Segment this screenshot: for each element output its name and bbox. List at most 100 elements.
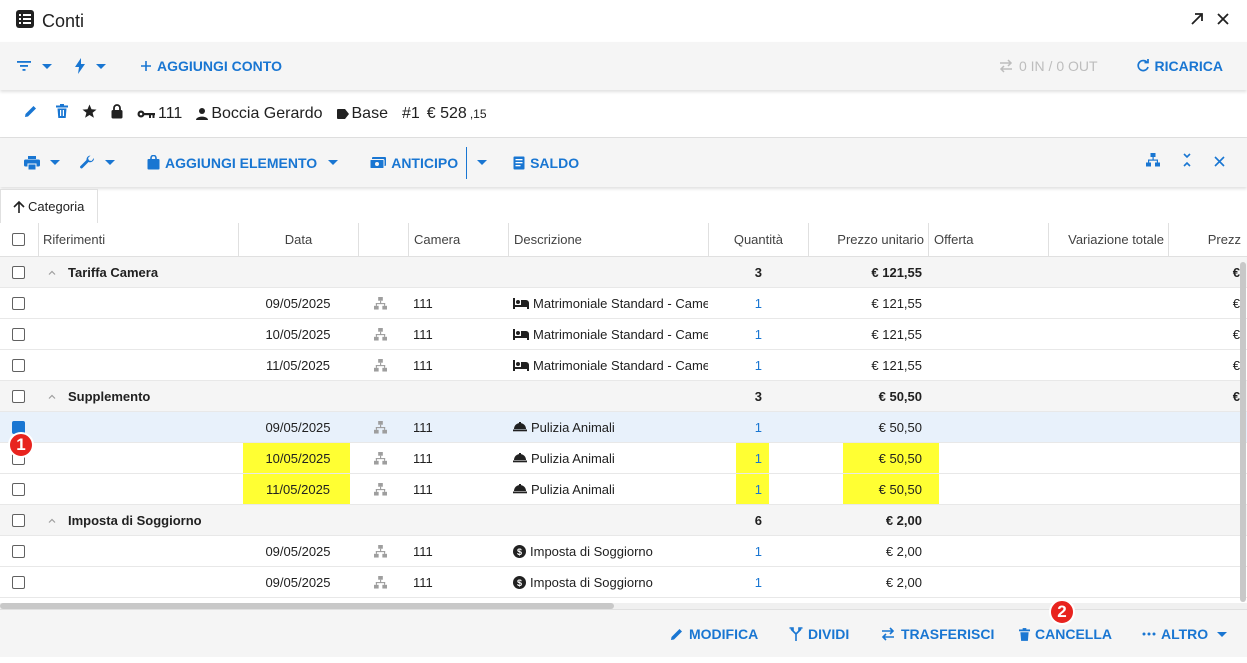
edit-pencil-icon[interactable] [24, 104, 38, 123]
row-description: Pulizia Animali [531, 481, 615, 497]
balance-button[interactable]: SALDO [513, 155, 579, 171]
table-row[interactable]: 11/05/2025 111 Matrimoniale Standard - Cam… [0, 350, 1247, 381]
table-row[interactable]: 09/05/2025 111 Pulizia Animali 1 € 50,50 [0, 412, 1247, 443]
close-account-icon[interactable] [1214, 154, 1225, 172]
expand-group-icon[interactable] [48, 394, 56, 399]
lock-icon[interactable] [111, 103, 123, 124]
col-header-offerta[interactable]: Offerta [928, 223, 1048, 256]
col-label: Offerta [934, 232, 974, 247]
add-account-label: AGGIUNGI CONTO [157, 58, 282, 74]
row-unit-price: € 50,50 [878, 481, 922, 497]
table-row[interactable]: 10/05/2025 111 Matrimoniale Standard - Cam… [0, 319, 1247, 350]
group-quantity: 3 [754, 388, 762, 404]
group-row[interactable]: Imposta di Soggiorno 6 € 2,00 [0, 505, 1247, 536]
guest: Boccia Gerardo [196, 105, 323, 123]
row-room: 111 [413, 481, 433, 497]
category-group-chip[interactable]: Categoria [0, 189, 98, 223]
row-price: € [1232, 326, 1240, 342]
split-button[interactable]: DIVIDI [789, 626, 849, 642]
window-title: Conti [42, 10, 85, 31]
reload-button[interactable]: RICARICA [1136, 58, 1223, 74]
trash-icon[interactable] [56, 104, 68, 123]
col-header-group[interactable] [358, 223, 408, 256]
col-label: Descrizione [514, 232, 582, 247]
col-header-descrizione[interactable]: Descrizione [508, 223, 708, 256]
group-tree-icon [374, 451, 387, 465]
row-room: 111 [413, 295, 433, 311]
edit-button[interactable]: MODIFICA [670, 626, 758, 642]
group-tree-icon [374, 420, 387, 434]
tools-menu-button[interactable] [80, 155, 115, 170]
row-quantity: 1 [754, 357, 762, 373]
expand-group-icon[interactable] [48, 518, 56, 523]
rate-tag-label: Base [351, 104, 388, 122]
select-all-checkbox[interactable] [12, 233, 25, 246]
collapse-all-icon[interactable] [1182, 153, 1192, 172]
group-unit-price: € 2,00 [885, 512, 922, 528]
col-header-data[interactable]: Data [238, 223, 358, 256]
actions-menu-button[interactable] [74, 58, 106, 74]
col-header-variazione-totale[interactable]: Variazione totale [1048, 223, 1168, 256]
more-menu-button[interactable]: ALTRO [1142, 626, 1228, 642]
io-status-label: 0 IN / 0 OUT [1018, 58, 1098, 74]
advance-button[interactable]: ANTICIPO [370, 155, 458, 171]
account-toolbar: AGGIUNGI ELEMENTO ANTICIPO SALDO [0, 138, 1247, 187]
bed-icon [513, 328, 529, 340]
row-checkbox[interactable] [12, 389, 25, 403]
group-row[interactable]: Supplemento 3 € 50,50 € [0, 381, 1247, 412]
table-row[interactable]: 09/05/2025 111 Matrimoniale Standard - Cam… [0, 288, 1247, 319]
row-checkbox[interactable] [12, 513, 25, 527]
table-row[interactable]: 10/05/2025 111 Pulizia Animali 1 € 50,50 [0, 443, 1247, 474]
row-checkbox[interactable] [12, 265, 25, 279]
group-row[interactable]: Tariffa Camera 3 € 121,55 € [0, 257, 1247, 288]
expand-icon[interactable] [1189, 11, 1205, 32]
col-label: Camera [414, 232, 461, 247]
col-header-prezzo-unitario[interactable]: Prezzo unitario [808, 223, 928, 256]
row-checkbox[interactable] [12, 482, 25, 496]
delete-button[interactable]: CANCELLA [1019, 626, 1112, 642]
row-checkbox[interactable] [12, 358, 25, 372]
expand-group-icon[interactable] [48, 270, 56, 275]
star-icon[interactable] [82, 104, 97, 124]
vertical-scrollbar[interactable] [1240, 262, 1246, 602]
group-unit-price: € 121,55 [871, 264, 922, 280]
row-checkbox[interactable] [12, 575, 25, 589]
io-status: 0 IN / 0 OUT [998, 58, 1098, 74]
col-label: Prezzo unitario [837, 232, 924, 247]
group-tree-icon[interactable] [1146, 153, 1160, 172]
group-tree-icon [374, 358, 387, 372]
col-header-camera[interactable]: Camera [408, 223, 508, 256]
table-row[interactable]: 09/05/2025 111 $ Imposta di Soggiorno 1 € 2,0… [0, 567, 1247, 598]
filter-menu-button[interactable] [16, 60, 52, 72]
advance-menu-button[interactable] [475, 160, 488, 165]
row-unit-price: € 121,55 [871, 295, 922, 311]
dollar-coin-icon: $ [513, 575, 526, 589]
table-row[interactable]: 11/05/2025 111 Pulizia Animali 1 € 50,50 [0, 474, 1247, 505]
col-header-quantita[interactable]: Quantità [708, 223, 808, 256]
group-quantity: 3 [754, 264, 762, 280]
row-quantity: 1 [754, 481, 762, 497]
room-key: 111 [137, 105, 182, 123]
close-icon[interactable] [1215, 11, 1231, 32]
group-quantity: 6 [754, 512, 762, 528]
row-date: 11/05/2025 [265, 357, 331, 373]
account-amount: € 528 [426, 104, 467, 122]
row-checkbox[interactable] [12, 544, 25, 558]
col-header-riferimenti[interactable]: Riferimenti [38, 223, 238, 256]
flash-icon [75, 58, 85, 74]
group-tree-icon [374, 544, 387, 558]
add-item-label: AGGIUNGI ELEMENTO [165, 154, 318, 171]
group-price: € [1232, 264, 1240, 280]
row-checkbox[interactable] [12, 327, 25, 341]
table-row[interactable]: 09/05/2025 111 $ Imposta di Soggiorno 1 € 2,0… [0, 536, 1247, 567]
row-description: Pulizia Animali [531, 450, 615, 466]
transfer-button[interactable]: TRASFERISCI [880, 626, 994, 642]
add-item-button[interactable]: AGGIUNGI ELEMENTO [147, 154, 339, 171]
service-bell-icon [513, 484, 527, 494]
print-menu-button[interactable] [24, 155, 60, 170]
row-checkbox[interactable] [12, 296, 25, 310]
row-description: Pulizia Animali [531, 419, 615, 435]
add-account-button[interactable]: AGGIUNGI CONTO [140, 58, 282, 74]
arrow-up-icon [13, 200, 25, 213]
col-header-prezzo[interactable]: Prezz [1168, 223, 1247, 256]
